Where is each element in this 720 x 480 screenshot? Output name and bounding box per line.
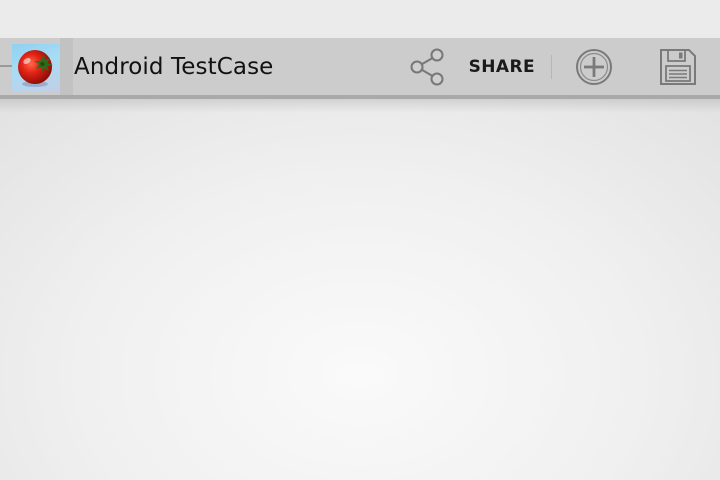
status-bar-area <box>0 0 720 38</box>
floppy-disk-icon <box>658 47 698 87</box>
add-circle-icon <box>574 47 614 87</box>
share-label: SHARE <box>468 56 535 77</box>
home-button-highlight <box>60 38 73 95</box>
app-title: Android TestCase <box>74 53 274 80</box>
action-bar-shadow <box>0 99 720 113</box>
add-button[interactable] <box>552 38 636 95</box>
share-icon <box>407 47 447 87</box>
home-button[interactable] <box>0 38 73 95</box>
up-indicator <box>0 65 12 67</box>
share-button[interactable]: SHARE <box>387 38 551 95</box>
tomato-icon <box>12 44 60 92</box>
save-button[interactable] <box>636 38 720 95</box>
action-bar: Android TestCase SHARE <box>0 38 720 95</box>
